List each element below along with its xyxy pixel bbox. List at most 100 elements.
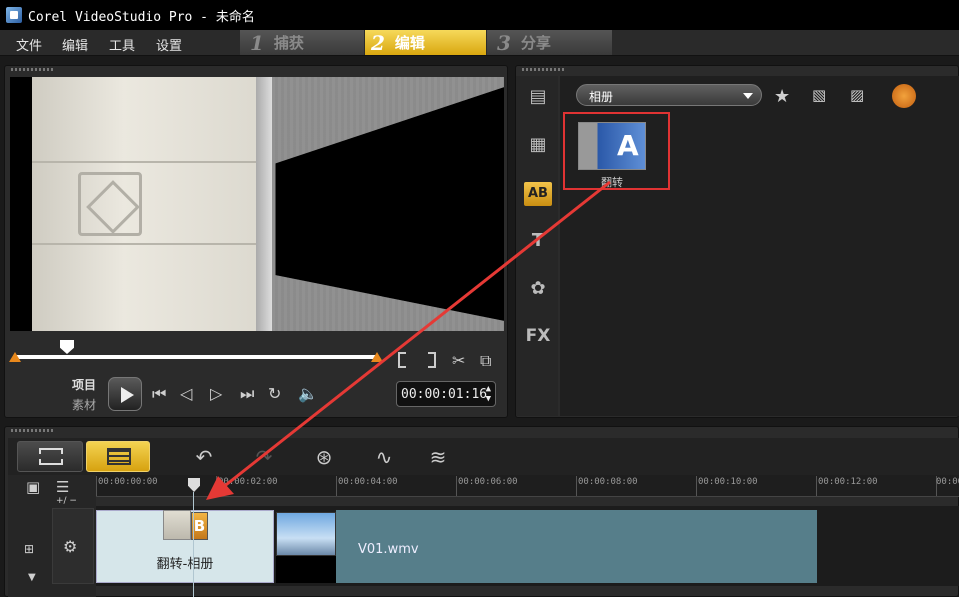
panel-grip[interactable] bbox=[522, 68, 564, 71]
apply-random-transition-icon[interactable]: ▧ bbox=[812, 86, 838, 110]
video-clip-thumbnail[interactable] bbox=[276, 512, 336, 556]
menu-edit[interactable]: 编辑 bbox=[62, 35, 88, 54]
ruler-tick-label: 00:00:08:00 bbox=[578, 477, 638, 487]
go-to-end-icon[interactable]: ⏭ bbox=[240, 384, 254, 404]
ruler-tick-label: 00:00:06:00 bbox=[458, 477, 518, 487]
timecode-value: 00:00:01:16 bbox=[401, 387, 488, 402]
tab-edit[interactable]: 2 编辑 bbox=[365, 30, 486, 55]
door-line bbox=[32, 161, 262, 163]
volume-icon[interactable]: 🔈 bbox=[298, 384, 318, 403]
door-emblem bbox=[78, 172, 142, 236]
preview-screen bbox=[10, 77, 504, 331]
trim-start-handle[interactable] bbox=[9, 352, 21, 362]
tab-edit-label: 编辑 bbox=[394, 34, 425, 52]
expand-tracks-icon[interactable]: ▼ bbox=[28, 572, 36, 583]
track-manager-icon[interactable]: ▣ bbox=[26, 478, 40, 496]
ruler-tick bbox=[96, 476, 97, 496]
preview-wall-texture bbox=[266, 77, 504, 331]
library-item-thumbnail[interactable]: A bbox=[578, 122, 646, 170]
timecode-field[interactable]: 00:00:01:16 ▲ ▼ bbox=[396, 381, 496, 407]
panel-grip[interactable] bbox=[11, 68, 53, 71]
mark-in-button[interactable] bbox=[398, 352, 406, 368]
tab-edit-number: 2 bbox=[371, 30, 385, 55]
video-clip-thumbnail-blank bbox=[276, 556, 336, 583]
chapter-list-icon[interactable]: ☰ bbox=[56, 478, 69, 496]
mark-out-button[interactable] bbox=[428, 352, 436, 368]
undo-icon[interactable]: ↶ bbox=[190, 443, 218, 471]
menu-settings[interactable]: 设置 bbox=[156, 35, 182, 54]
film-strip-icon bbox=[39, 448, 63, 465]
repeat-icon[interactable]: ↻ bbox=[268, 384, 281, 403]
trim-end-handle[interactable] bbox=[371, 352, 383, 362]
app-icon bbox=[6, 7, 22, 23]
ruler-tick bbox=[456, 476, 457, 496]
mode-clip-label[interactable]: 素材 bbox=[72, 396, 96, 413]
graphic-icon[interactable]: ✿ bbox=[524, 278, 552, 302]
title-icon[interactable]: T bbox=[524, 230, 552, 254]
scrubber-bar bbox=[14, 355, 378, 359]
audio-mixer-icon[interactable]: ∿ bbox=[370, 443, 398, 471]
timecode-stepper-icon[interactable]: ▲ ▼ bbox=[486, 384, 491, 404]
storyboard-view-button[interactable] bbox=[17, 441, 83, 472]
enlarge-icon[interactable]: ⧉ bbox=[480, 351, 491, 371]
ruler-tick bbox=[576, 476, 577, 496]
ruler-tick bbox=[336, 476, 337, 496]
play-button[interactable] bbox=[108, 377, 142, 411]
video-clip-label: V01.wmv bbox=[358, 542, 419, 557]
go-to-start-icon[interactable]: ⏮ bbox=[152, 384, 166, 404]
tab-share[interactable]: 3 分享 bbox=[487, 30, 612, 55]
title-bar: Corel VideoStudio Pro - 未命名 bbox=[0, 0, 959, 30]
video-track-header[interactable]: ⚙ bbox=[52, 508, 94, 584]
ruler-tick-label: 00:00:1 bbox=[936, 477, 959, 487]
tab-capture[interactable]: 1 捕获 bbox=[240, 30, 364, 55]
media-icon[interactable]: ▤ bbox=[524, 86, 552, 110]
preview-door-edge bbox=[256, 77, 272, 331]
timeline-toolbar bbox=[8, 438, 959, 475]
ripple-edit-icon[interactable]: ⊞ bbox=[24, 542, 34, 556]
library-category-dropdown[interactable]: 相册 bbox=[576, 84, 762, 106]
transition-clip-label: 翻转-相册 bbox=[156, 557, 214, 572]
auto-music-icon[interactable]: ≋ bbox=[424, 443, 452, 471]
next-frame-icon[interactable]: ▷ bbox=[210, 384, 222, 403]
apply-current-transition-icon[interactable]: ▨ bbox=[850, 86, 876, 110]
thumbnail-letter: A bbox=[617, 129, 639, 162]
ruler-tick bbox=[816, 476, 817, 496]
panel-grip[interactable] bbox=[11, 429, 53, 432]
mode-project-label[interactable]: 项目 bbox=[72, 376, 96, 393]
filter-icon[interactable]: FX bbox=[524, 326, 552, 350]
ruler-tick bbox=[696, 476, 697, 496]
options-icon[interactable] bbox=[892, 84, 916, 108]
previous-frame-icon[interactable]: ◁ bbox=[180, 384, 192, 403]
timeline-view-button[interactable] bbox=[86, 441, 150, 472]
ruler-tick-label: 00:00:04:00 bbox=[338, 477, 398, 487]
preview-scrubber[interactable] bbox=[9, 352, 383, 362]
zoom-control[interactable]: +/ − bbox=[56, 496, 77, 506]
transition-icon[interactable]: AB bbox=[524, 182, 552, 206]
tab-capture-label: 捕获 bbox=[273, 34, 304, 52]
chevron-down-icon bbox=[743, 93, 753, 99]
ruler-tick-label: 00:00:10:00 bbox=[698, 477, 758, 487]
tab-share-label: 分享 bbox=[520, 34, 551, 52]
instant-project-icon[interactable]: ▦ bbox=[524, 134, 552, 158]
split-clip-icon[interactable]: ✂ bbox=[452, 351, 465, 370]
ruler-tick-label: 00:00:00:00 bbox=[98, 477, 158, 487]
ruler-tick bbox=[216, 476, 217, 496]
menu-tools[interactable]: 工具 bbox=[109, 35, 135, 54]
add-to-favorites-icon[interactable]: ★ bbox=[774, 86, 800, 110]
redo-icon[interactable]: ↷ bbox=[250, 443, 278, 471]
ruler-tick-label: 00:00:12:00 bbox=[818, 477, 878, 487]
record-capture-icon[interactable]: ⊛ bbox=[310, 443, 338, 471]
tab-share-number: 3 bbox=[497, 30, 511, 55]
window-title: Corel VideoStudio Pro - 未命名 bbox=[28, 9, 255, 25]
library-item-label: 翻转 bbox=[601, 176, 623, 189]
timeline-view-icon bbox=[107, 448, 131, 465]
preview-door bbox=[32, 77, 262, 331]
video-track-icon: ⚙ bbox=[63, 537, 78, 556]
transition-thumbnail bbox=[163, 510, 191, 540]
library-category-value: 相册 bbox=[589, 90, 614, 104]
menu-file[interactable]: 文件 bbox=[16, 35, 42, 54]
tab-capture-number: 1 bbox=[250, 30, 264, 55]
timeline-playhead-line bbox=[193, 492, 194, 597]
door-line bbox=[32, 243, 262, 245]
ruler-tick-label: 00:00:02:00 bbox=[218, 477, 278, 487]
